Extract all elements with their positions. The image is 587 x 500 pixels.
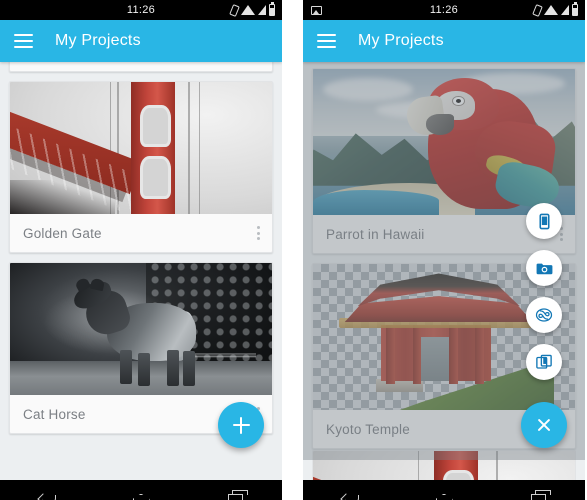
card-title: Golden Gate	[23, 225, 102, 241]
nav-recents-button[interactable]	[515, 487, 561, 500]
photo-icon	[311, 5, 322, 15]
mobile-device-icon	[538, 213, 550, 229]
vibrate-icon	[532, 3, 543, 17]
nav-home-button[interactable]	[421, 487, 467, 500]
status-bar-clock: 11:26	[126, 4, 156, 16]
nav-back-button[interactable]	[327, 487, 373, 500]
recents-icon	[530, 490, 551, 500]
back-icon	[39, 493, 56, 500]
android-nav-bar	[303, 480, 585, 500]
signal-icon	[561, 5, 569, 15]
plus-icon	[232, 416, 250, 434]
speed-dial-library[interactable]	[526, 344, 562, 380]
home-icon	[435, 493, 453, 500]
card-footer: Golden Gate	[10, 214, 272, 252]
card-thumbnail	[10, 82, 272, 214]
wifi-icon	[241, 5, 255, 15]
battery-icon	[269, 2, 275, 16]
add-project-fab[interactable]	[218, 402, 264, 448]
battery-icon	[572, 2, 578, 16]
status-bar-clock: 11:26	[429, 4, 459, 16]
recents-icon	[227, 490, 248, 500]
app-bar: My Projects	[303, 20, 585, 62]
status-bar-right-icons	[525, 2, 585, 17]
status-bar: 11:26	[0, 0, 282, 20]
cat-horse-artwork	[10, 263, 272, 395]
speed-dial-camera-roll[interactable]	[526, 250, 562, 286]
nav-recents-button[interactable]	[212, 487, 258, 500]
back-icon	[342, 493, 359, 500]
dual-phone-screenshot: 11:26 My Projects Golden Gate Cat Horse …	[0, 0, 587, 500]
nav-back-button[interactable]	[24, 487, 70, 500]
phone-screen-projects-list: 11:26 My Projects Golden Gate Cat Horse	[0, 0, 282, 500]
status-bar: 11:26	[303, 0, 585, 20]
wifi-icon	[544, 5, 558, 15]
page-title: My Projects	[55, 32, 141, 49]
camera-roll-icon	[536, 263, 552, 274]
status-bar-right-icons	[222, 2, 282, 17]
app-bar: My Projects	[0, 20, 282, 62]
golden-gate-artwork	[10, 82, 272, 214]
page-title: My Projects	[358, 32, 444, 49]
speed-dial-on-this-device[interactable]	[526, 203, 562, 239]
phone-screen-speed-dial-open: 11:26 My Projects Parrot in Hawaii Kyoto…	[303, 0, 585, 500]
signal-icon	[258, 5, 266, 15]
library-icon	[536, 354, 552, 369]
home-icon	[132, 493, 150, 500]
hamburger-icon[interactable]	[317, 34, 336, 48]
list-item[interactable]	[9, 62, 273, 72]
nav-home-button[interactable]	[118, 487, 164, 500]
android-nav-bar	[0, 480, 282, 500]
list-item[interactable]: Golden Gate	[9, 81, 273, 253]
overflow-menu-icon[interactable]	[257, 226, 260, 240]
speed-dial-creative-cloud[interactable]	[526, 297, 562, 333]
status-bar-left-icons	[303, 5, 363, 15]
card-thumbnail	[10, 263, 272, 395]
card-footer	[10, 62, 272, 71]
vibrate-icon	[229, 3, 240, 17]
creative-cloud-icon	[535, 308, 553, 322]
card-title: Cat Horse	[23, 406, 86, 422]
close-icon	[536, 417, 552, 433]
hamburger-icon[interactable]	[14, 34, 33, 48]
close-speed-dial-fab[interactable]	[521, 402, 567, 448]
